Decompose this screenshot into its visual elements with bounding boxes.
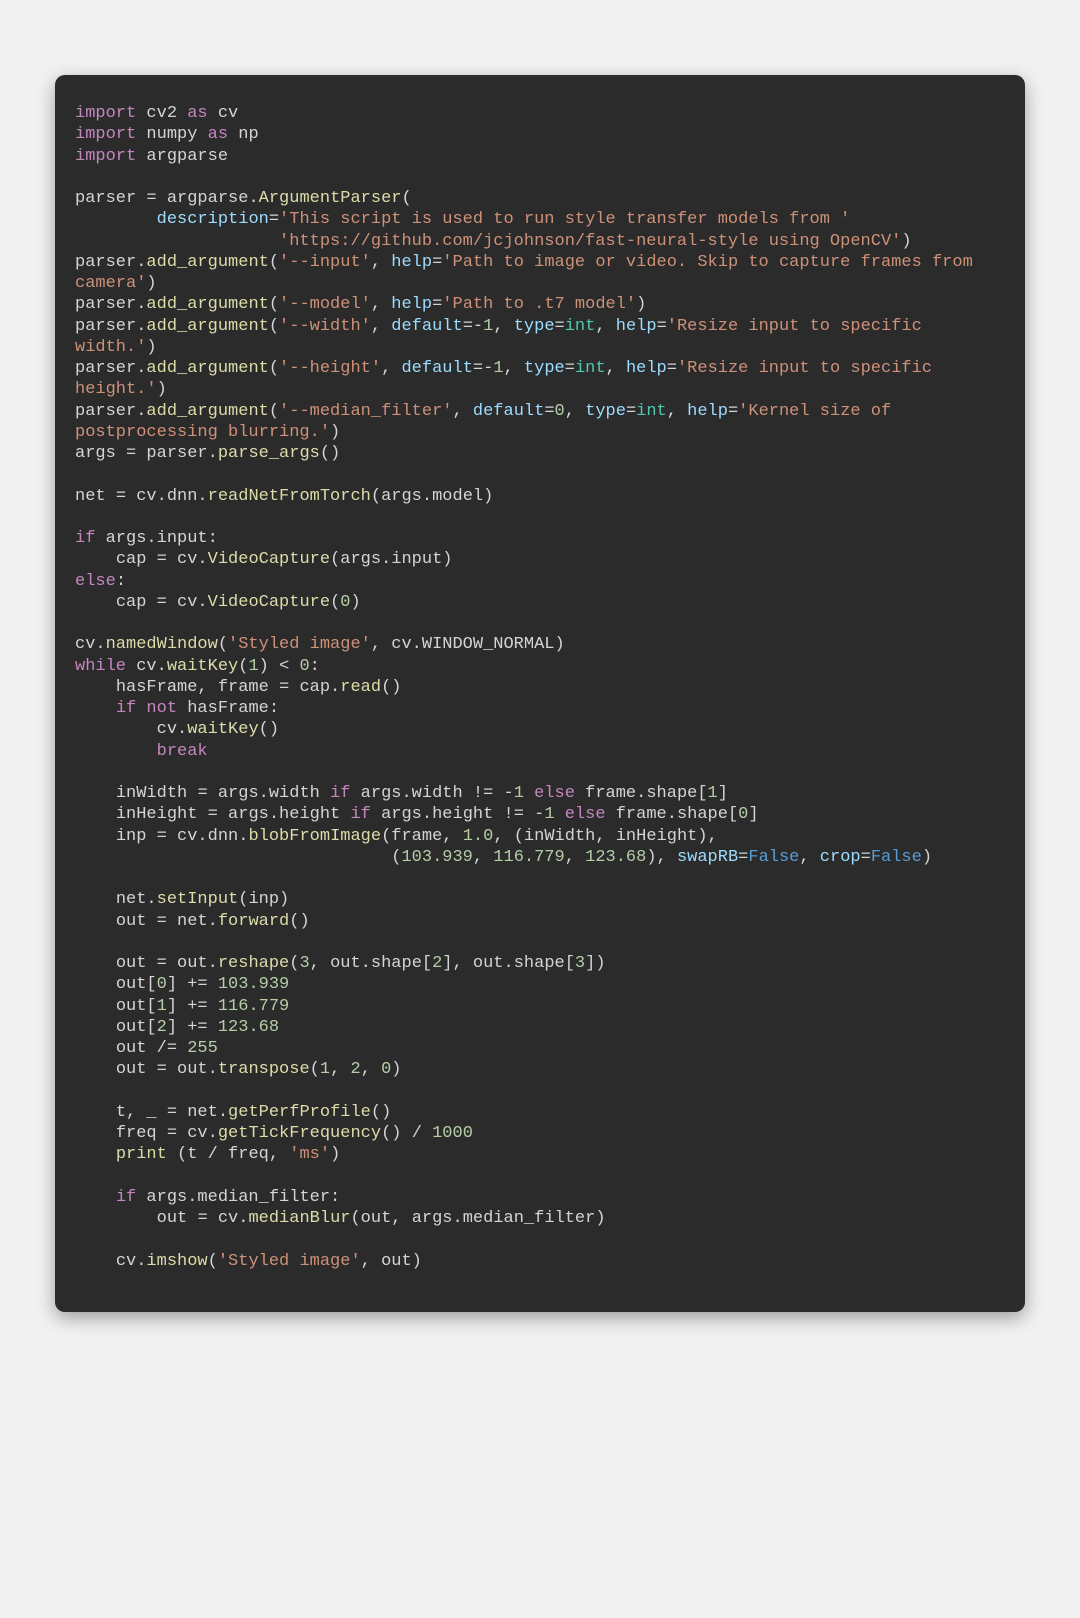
code-line: parser.add_argument('--height', default=… xyxy=(75,359,942,399)
code-line: import argparse xyxy=(75,147,228,166)
code-line: out[1] += 116.779 xyxy=(75,997,289,1016)
code-line: parser.add_argument('--model', help='Pat… xyxy=(75,295,646,314)
code-card: import cv2 as cv import numpy as np impo… xyxy=(55,75,1025,1312)
code-line: if args.median_filter: xyxy=(75,1188,340,1207)
code-line: else: xyxy=(75,572,126,591)
code-line: description='This script is used to run … xyxy=(75,210,850,229)
code-line: if args.input: xyxy=(75,529,218,548)
code-line: freq = cv.getTickFrequency() / 1000 xyxy=(75,1124,473,1143)
code-line: inp = cv.dnn.blobFromImage(frame, 1.0, (… xyxy=(75,827,718,846)
code-line: out = out.reshape(3, out.shape[2], out.s… xyxy=(75,954,606,973)
code-line: out = net.forward() xyxy=(75,912,310,931)
code-line: net = cv.dnn.readNetFromTorch(args.model… xyxy=(75,487,493,506)
code-line: out[2] += 123.68 xyxy=(75,1018,279,1037)
code-line: args = parser.parse_args() xyxy=(75,444,340,463)
code-line: net.setInput(inp) xyxy=(75,890,289,909)
code-line: out = out.transpose(1, 2, 0) xyxy=(75,1060,402,1079)
code-line: parser.add_argument('--median_filter', d… xyxy=(75,402,901,442)
code-line: inHeight = args.height if args.height !=… xyxy=(75,805,759,824)
code-line: inWidth = args.width if args.width != -1… xyxy=(75,784,728,803)
code-line: out /= 255 xyxy=(75,1039,218,1058)
code-line: import cv2 as cv xyxy=(75,104,238,123)
code-line: out[0] += 103.939 xyxy=(75,975,289,994)
code-line: cv.waitKey() xyxy=(75,720,279,739)
code-line: cap = cv.VideoCapture(args.input) xyxy=(75,550,452,569)
code-line: parser.add_argument('--width', default=-… xyxy=(75,317,932,357)
code-line: out = cv.medianBlur(out, args.median_fil… xyxy=(75,1209,606,1228)
code-line: parser.add_argument('--input', help='Pat… xyxy=(75,253,983,293)
code-line: 'https://github.com/jcjohnson/fast-neura… xyxy=(75,232,912,251)
code-line: import numpy as np xyxy=(75,125,259,144)
code-line: if not hasFrame: xyxy=(75,699,279,718)
code-line: (103.939, 116.779, 123.68), swapRB=False… xyxy=(75,848,932,867)
code-line: while cv.waitKey(1) < 0: xyxy=(75,657,320,676)
code-line: cap = cv.VideoCapture(0) xyxy=(75,593,361,612)
code-line: print (t / freq, 'ms') xyxy=(75,1145,340,1164)
code-block[interactable]: import cv2 as cv import numpy as np impo… xyxy=(75,103,1005,1272)
code-line: t, _ = net.getPerfProfile() xyxy=(75,1103,391,1122)
code-line: cv.namedWindow('Styled image', cv.WINDOW… xyxy=(75,635,565,654)
code-line: break xyxy=(75,742,208,761)
code-line: cv.imshow('Styled image', out) xyxy=(75,1252,422,1271)
code-line: parser = argparse.ArgumentParser( xyxy=(75,189,412,208)
code-line: hasFrame, frame = cap.read() xyxy=(75,678,401,697)
